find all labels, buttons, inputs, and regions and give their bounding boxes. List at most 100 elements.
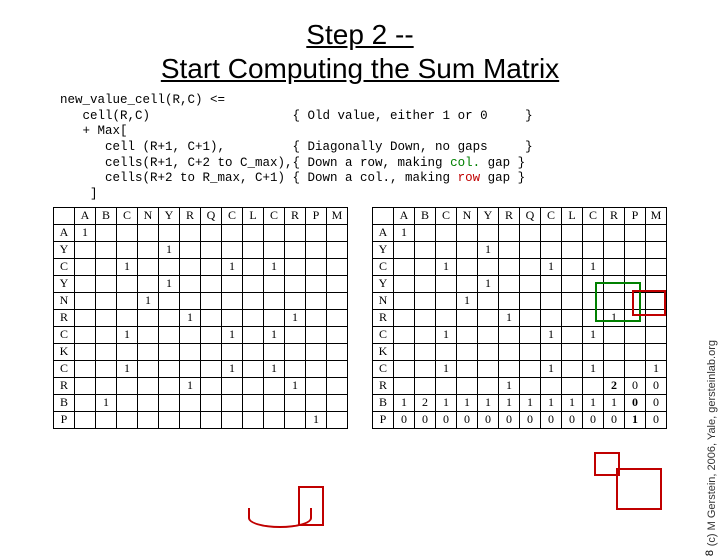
matrix-cell [415, 309, 436, 326]
matrix-cell [96, 241, 117, 258]
matrix-cell [180, 411, 201, 428]
matrix-cell [75, 292, 96, 309]
col-header: R [285, 207, 306, 224]
matrix-cell [415, 275, 436, 292]
matrix-cell [201, 258, 222, 275]
matrix-cell [201, 360, 222, 377]
matrix-cell: 1 [117, 326, 138, 343]
col-header: Y [159, 207, 180, 224]
matrix-cell [562, 377, 583, 394]
matrix-cell: 1 [457, 292, 478, 309]
matrix-cell [499, 360, 520, 377]
matrix-cell: 1 [499, 377, 520, 394]
matrix-cell [583, 241, 604, 258]
matrix-cell: 0 [541, 411, 562, 428]
matrix-cell [541, 377, 562, 394]
matrix-cell [264, 377, 285, 394]
col-header: C [222, 207, 243, 224]
row-header: C [373, 326, 394, 343]
matrix-cell [604, 275, 625, 292]
col-header: R [604, 207, 625, 224]
matrix-cell [180, 258, 201, 275]
matrix-cell [327, 292, 348, 309]
matrix-cell [159, 377, 180, 394]
highlight-red-bottom-corner [616, 468, 662, 510]
matrix-cell [625, 241, 646, 258]
matrix-cell [562, 224, 583, 241]
matrix-cell [222, 377, 243, 394]
matrix-cell [306, 275, 327, 292]
matrix-cell [520, 360, 541, 377]
matrix-cell: 0 [394, 411, 415, 428]
matrix-cell [457, 360, 478, 377]
matrix-cell [243, 411, 264, 428]
matrix-cell [457, 258, 478, 275]
matrix-cell [625, 360, 646, 377]
matrix-cell [117, 309, 138, 326]
matrix-cell [306, 309, 327, 326]
pseudocode-block: new_value_cell(R,C) <= cell(R,C) { Old v… [60, 93, 720, 202]
matrix-cell [201, 377, 222, 394]
col-header: C [117, 207, 138, 224]
matrix-cell [604, 360, 625, 377]
matrix-cell: 1 [646, 360, 667, 377]
matrix-cell [138, 394, 159, 411]
matrix-cell [394, 360, 415, 377]
matrix-cell [583, 292, 604, 309]
matrix-cell [180, 224, 201, 241]
matrix-cell [583, 343, 604, 360]
matrix-cell [159, 360, 180, 377]
matrix-cell [478, 309, 499, 326]
matrix-cell [436, 309, 457, 326]
matrix-cell: 1 [285, 377, 306, 394]
matrix-cell: 0 [646, 411, 667, 428]
matrix-cell [415, 326, 436, 343]
matrix-cell [646, 292, 667, 309]
matrix-cell: 0 [625, 377, 646, 394]
matrix-cell: 1 [159, 275, 180, 292]
matrix-cell [499, 241, 520, 258]
row-header: A [373, 224, 394, 241]
matrix-cell [180, 326, 201, 343]
matrix-cell [646, 309, 667, 326]
matrix-cell: 1 [436, 326, 457, 343]
row-header: R [54, 309, 75, 326]
matrix-cell [625, 258, 646, 275]
matrix-cell [285, 292, 306, 309]
slide-title: Step 2 -- Start Computing the Sum Matrix [0, 18, 720, 85]
matrix-cell [96, 224, 117, 241]
matrix-cell: 0 [625, 394, 646, 411]
matrix-cell [541, 275, 562, 292]
matrix-cell [96, 343, 117, 360]
matrix-cell: 1 [583, 360, 604, 377]
matrix-cell [138, 258, 159, 275]
matrix-cell [138, 343, 159, 360]
matrix-cell [201, 292, 222, 309]
matrix-cell: 0 [562, 411, 583, 428]
matrix-cell [436, 292, 457, 309]
matrix-cell [159, 394, 180, 411]
matrix-cell [96, 360, 117, 377]
matrix-cell [562, 326, 583, 343]
matrix-cell: 1 [541, 394, 562, 411]
row-header: K [54, 343, 75, 360]
matrix-cell [436, 241, 457, 258]
matrix-cell: 0 [436, 411, 457, 428]
matrix-cell: 1 [264, 360, 285, 377]
matrix-cell [541, 309, 562, 326]
matrix-cell [243, 224, 264, 241]
matrix-cell [562, 258, 583, 275]
matrix-cell [159, 292, 180, 309]
matrix-cell: 1 [222, 360, 243, 377]
matrix-cell [394, 377, 415, 394]
row-header: R [373, 377, 394, 394]
matrix-cell [478, 292, 499, 309]
col-header: P [306, 207, 327, 224]
matrix-cell: 1 [541, 360, 562, 377]
matrix-cell [562, 343, 583, 360]
matrix-cell [499, 292, 520, 309]
col-header: B [96, 207, 117, 224]
matrix-cell [285, 258, 306, 275]
matrix-cell [243, 309, 264, 326]
matrix-cell: 1 [394, 224, 415, 241]
